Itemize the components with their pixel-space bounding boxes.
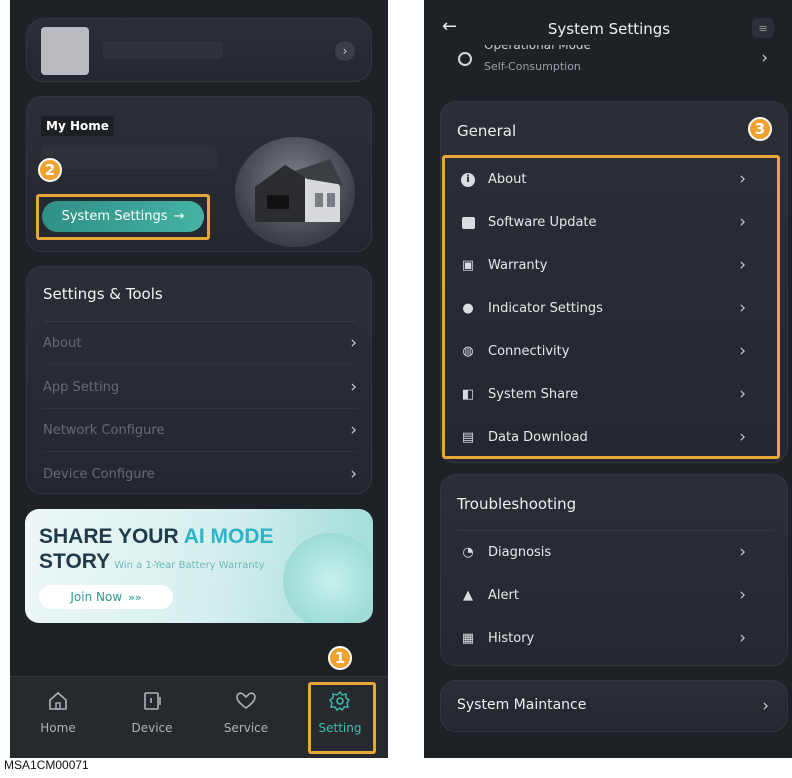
chevron-right-icon: › [762, 696, 769, 716]
home-icon [49, 691, 67, 710]
chevron-right-icon: › [761, 48, 768, 68]
join-now-label: Join Now [70, 590, 123, 604]
tab-device[interactable]: Device [122, 691, 182, 735]
highlight-setting-tab [308, 682, 376, 754]
item-label: Network Configure [43, 423, 165, 438]
profile-chevron-icon[interactable]: › [335, 41, 355, 61]
operational-mode-label: Operational Mode [484, 38, 591, 52]
item-label: Alert [488, 588, 519, 603]
home-subtitle-placeholder [41, 145, 217, 169]
settings-tools-item-network-configure[interactable]: Network Configure › [43, 410, 357, 452]
tab-service[interactable]: Service [214, 691, 278, 735]
troubleshooting-item-diagnosis[interactable]: ◔ Diagnosis › [460, 531, 764, 574]
alert-icon: ▲ [463, 588, 473, 603]
settings-tools-title: Settings & Tools [43, 285, 163, 303]
tab-service-label: Service [223, 721, 269, 735]
chevron-right-icon: › [739, 628, 746, 648]
banner-story: STORY [39, 550, 111, 573]
callout-1: 1 [328, 646, 352, 670]
banner-headline: SHARE YOUR AI MODE [39, 525, 274, 549]
item-label: App Setting [43, 380, 120, 395]
general-title: General [457, 122, 517, 140]
history-icon: ▦ [461, 631, 475, 646]
service-icon [236, 692, 256, 709]
troubleshooting-item-alert[interactable]: ▲ Alert › [460, 574, 764, 617]
operational-mode-value: Self-Consumption [484, 60, 581, 73]
banner-ai-mode: AI MODE [183, 525, 274, 548]
item-label: Device Configure [43, 466, 155, 482]
profile-card[interactable]: › [26, 18, 372, 82]
banner-subtitle: Win a 1-Year Battery Warranty [114, 560, 265, 571]
callout-2: 2 [38, 158, 62, 182]
system-maintenance-label: System Maintance [457, 697, 587, 713]
system-maintenance-card[interactable]: System Maintance › [440, 680, 788, 732]
promo-banner[interactable]: SHARE YOUR AI MODE STORY Win a 1-Year Ba… [25, 509, 373, 623]
chevron-right-icon: › [350, 377, 357, 397]
troubleshooting-items: ◔ Diagnosis › ▲ Alert › ▦ History › [444, 531, 778, 661]
tab-home[interactable]: Home [30, 691, 86, 735]
item-label: Diagnosis [488, 545, 552, 560]
diagnosis-icon: ◔ [462, 545, 474, 560]
banner-story-line: STORY Win a 1-Year Battery Warranty [39, 550, 265, 574]
chevron-right-icon: › [350, 463, 357, 484]
tab-home-label: Home [40, 721, 76, 735]
house-icon [255, 159, 343, 222]
chevron-right-icon: › [350, 420, 357, 440]
settings-tools-item-app-setting[interactable]: App Setting › [43, 367, 357, 409]
right-phone-screen: ← System Settings ≡ Operational Mode Sel… [424, 0, 792, 758]
left-phone-screen: › My Home System Settings → 2 Settings &… [10, 0, 388, 758]
double-arrow-icon: »» [128, 590, 142, 604]
settings-tools-item-device-configure[interactable]: Device Configure › [43, 453, 357, 495]
banner-decor [283, 533, 373, 623]
device-icon [144, 692, 161, 710]
tab-device-label: Device [131, 721, 173, 735]
settings-tools-card: Settings & Tools About › App Setting › N… [26, 266, 372, 494]
my-home-title: My Home [41, 116, 114, 136]
callout-3: 3 [748, 117, 772, 141]
highlight-system-settings [36, 194, 210, 240]
banner-line1: SHARE YOUR [39, 525, 184, 548]
figure-code: MSA1CM00071 [4, 758, 89, 772]
item-label: History [488, 631, 535, 646]
chevron-right-icon: › [739, 585, 746, 605]
chevron-right-icon: › [739, 542, 746, 562]
clock-icon [458, 52, 472, 66]
troubleshooting-item-history[interactable]: ▦ History › [460, 617, 764, 660]
join-now-button[interactable]: Join Now »» [39, 585, 173, 609]
item-label: About [43, 336, 82, 351]
troubleshooting-title: Troubleshooting [457, 495, 577, 513]
settings-tools-item-about[interactable]: About › [43, 323, 357, 365]
house-image [235, 137, 355, 247]
avatar [41, 27, 89, 75]
highlight-general-items [442, 155, 780, 459]
profile-name-placeholder [103, 41, 223, 59]
chevron-right-icon: › [350, 333, 357, 353]
operational-mode-row[interactable]: Operational Mode Self-Consumption › [442, 30, 776, 88]
